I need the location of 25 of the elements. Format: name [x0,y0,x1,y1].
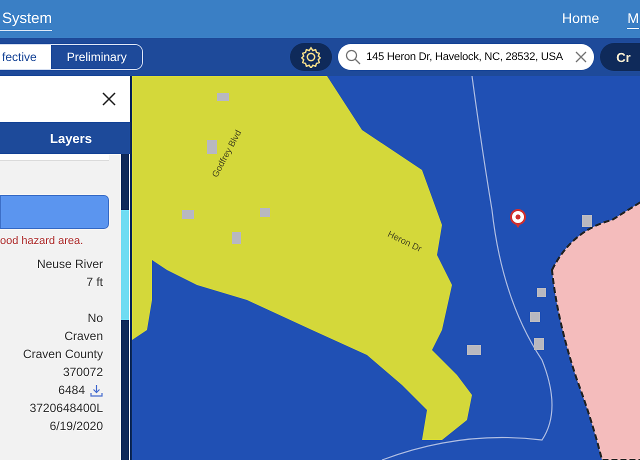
value-text: Craven [64,329,103,343]
download-icon[interactable] [90,384,103,396]
nav-link[interactable]: Home [562,10,600,28]
location-pin-icon[interactable] [510,209,526,228]
value-text: 7 ft [86,275,103,289]
value-text: 3720648400L [30,401,103,415]
close-icon[interactable] [102,92,116,106]
layers-tab[interactable]: Layers [0,122,130,154]
segment-tab[interactable]: fective [0,45,51,69]
create-button[interactable]: Cr [600,43,640,71]
value-text: 6/19/2020 [50,419,103,433]
search-field[interactable]: 145 Heron Dr, Havelock, NC, 28532, USA [338,44,594,70]
clear-icon[interactable] [575,51,588,63]
value-text: 370072 [62,365,103,379]
value-text: Craven County [22,347,103,361]
value-text: 6484 [58,383,85,397]
nav-link[interactable]: M [627,10,639,28]
value-text: No [88,311,103,325]
search-icon [345,49,362,65]
settings-button[interactable] [290,43,332,71]
settings-icon [300,46,322,68]
hazard-notice: ood hazard area. [0,235,84,247]
app-title[interactable]: System [0,10,52,30]
value-text: Neuse River [36,257,103,271]
scrollbar[interactable] [121,154,129,460]
